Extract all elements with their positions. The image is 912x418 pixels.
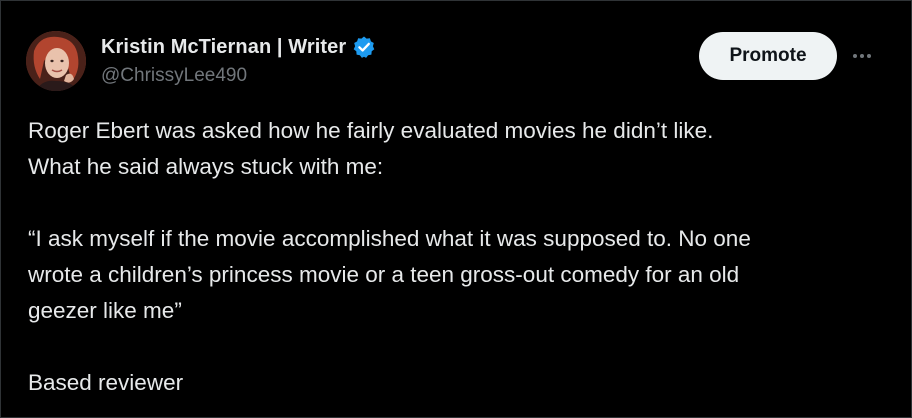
tweet-line: What he said always stuck with me: bbox=[28, 154, 384, 179]
verified-badge-icon[interactable] bbox=[352, 35, 376, 59]
author-name-row: Kristin McTiernan | Writer bbox=[101, 35, 376, 59]
more-options-icon[interactable] bbox=[847, 41, 877, 71]
tweet-line: Based reviewer bbox=[28, 370, 184, 395]
promote-button[interactable]: Promote bbox=[699, 32, 837, 80]
tweet-line: wrote a children’s princess movie or a t… bbox=[28, 262, 740, 287]
author-display-name[interactable]: Kristin McTiernan | Writer bbox=[101, 36, 346, 59]
tweet-card: Kristin McTiernan | Writer @ChrissyLee49… bbox=[0, 0, 912, 418]
avatar-image bbox=[26, 31, 86, 91]
tweet-line: geezer like me” bbox=[28, 298, 182, 323]
tweet-line: “I ask myself if the movie accomplished … bbox=[28, 226, 751, 251]
tweet-line: Roger Ebert was asked how he fairly eval… bbox=[28, 118, 714, 143]
tweet-text: Roger Ebert was asked how he fairly eval… bbox=[28, 113, 898, 401]
author-handle[interactable]: @ChrissyLee490 bbox=[101, 65, 247, 87]
avatar[interactable] bbox=[26, 31, 86, 91]
